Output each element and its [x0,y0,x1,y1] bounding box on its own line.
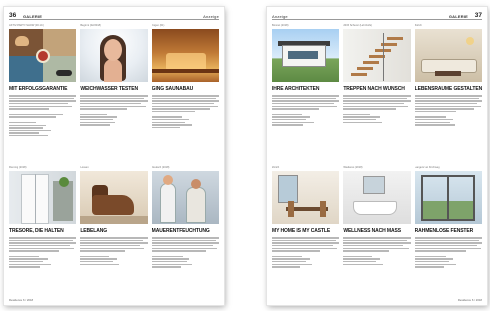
article-body [272,236,340,268]
article-title: WELLNESS NACH MASS [343,228,401,234]
page-header: 36 GALERIE Anzeige [9,12,219,20]
page-header: Anzeige GALERIE 37 [272,12,482,20]
article-title: MIT ERFOLGSGARANTIE [9,86,68,92]
article-category: 2015 Scherer (Lehnhofs) [343,24,373,27]
article-body [9,94,77,137]
article-card[interactable]: Wiederes (2018) WELLNESS NACH MASS [343,166,411,305]
article-image [414,29,482,82]
article-image [151,29,219,82]
article-row-1: AKTIV-PARTY-SHOW (30.10.) MIT ERFOLGSGAR… [9,24,219,163]
article-body [414,236,482,268]
article-category: Zürich [272,166,280,169]
article-row-1: Bonnet (2018) IHRE ARCHITEKTEN 2015 Sche… [272,24,482,163]
article-title: RAHMENLOSE FENSTER [414,228,474,234]
brand-label: GALERIE [23,13,43,19]
article-row-2: Fleming (2018) TRESORE, DIE HALTEN Losse… [9,166,219,305]
brand-label: GALERIE [448,13,468,19]
article-category: Deutsch (2018) [151,166,170,169]
article-image [272,29,340,82]
article-image [343,171,411,224]
article-body [80,94,148,126]
article-title: MY HOME IS MY CASTLE [272,228,331,234]
article-body [9,236,77,268]
article-title: LEBELANG [80,228,108,234]
article-image [80,171,148,224]
article-card[interactable]: Lossen LEBELANG [80,166,148,305]
article-body [151,236,219,268]
article-image [151,171,219,224]
article-title: WEICHWASSER TESTEN [80,86,138,92]
article-body [343,94,411,123]
article-category: AKTIV-PARTY-SHOW (30.10.) [9,24,44,27]
page-footer: Residence 6 / 2018 [457,298,482,302]
section-label: Anzeige [203,13,219,19]
article-body [151,94,219,129]
section-label: Anzeige [272,13,288,19]
article-card[interactable]: 2015 Scherer (Lehnhofs) TREPPEN NACH WUN… [343,24,411,163]
article-image [414,171,482,224]
article-card[interactable]: Zürich LEBENSRÄUME GESTALTEN [414,24,482,163]
article-image [9,29,77,82]
article-image [272,171,340,224]
article-image [343,29,411,82]
article-card[interactable]: Langenz an Kirchweg RAHMENLOSE FENSTER [414,166,482,305]
article-title: IHRE ARCHITEKTEN [272,86,320,92]
article-category: Langenz an Kirchweg [414,166,440,169]
article-category: Wiederes (2018) [343,166,363,169]
page-number: 36 [9,12,17,19]
article-category: Fleming (2018) [9,166,27,169]
article-body [80,236,148,265]
article-title: MAUERENTFEUCHTUNG [151,228,210,234]
right-page: Anzeige GALERIE 37 Bonnet (2018) IHRE AR… [267,7,487,305]
article-title: TRESORE, DIE HALTEN [9,228,64,234]
article-card[interactable]: Deutsch (2018) MAUERENTFEUCHTUNG [151,166,219,305]
article-body [414,94,482,126]
article-image [80,29,148,82]
article-category: Fügen (01) [151,24,165,27]
article-card[interactable]: Beginnt (02/2018) WEICHWASSER TESTEN [80,24,148,163]
article-category: Beginnt (02/2018) [80,24,101,27]
article-body [343,236,411,265]
article-card[interactable]: Fleming (2018) TRESORE, DIE HALTEN [9,166,77,305]
page-footer: Residence 6 / 2018 [9,298,34,302]
article-row-2: Zürich MY HOME IS MY CASTLE Wiederes (20… [272,166,482,305]
article-card[interactable]: Bonnet (2018) IHRE ARCHITEKTEN [272,24,340,163]
article-body [272,94,340,126]
article-title: GING SAUNABAU [151,86,194,92]
article-card[interactable]: Zürich MY HOME IS MY CASTLE [272,166,340,305]
article-category: Lossen [80,166,89,169]
article-card[interactable]: Fügen (01) GING SAUNABAU [151,24,219,163]
article-category: Zürich [414,24,422,27]
article-image [9,171,77,224]
article-title: LEBENSRÄUME GESTALTEN [414,86,482,92]
article-card[interactable]: AKTIV-PARTY-SHOW (30.10.) MIT ERFOLGSGAR… [9,24,77,163]
left-page: 36 GALERIE Anzeige AKTIV-PARTY-SHOW (30.… [4,7,224,305]
page-number: 37 [474,12,482,19]
article-category: Bonnet (2018) [272,24,289,27]
article-title: TREPPEN NACH WUNSCH [343,86,405,92]
